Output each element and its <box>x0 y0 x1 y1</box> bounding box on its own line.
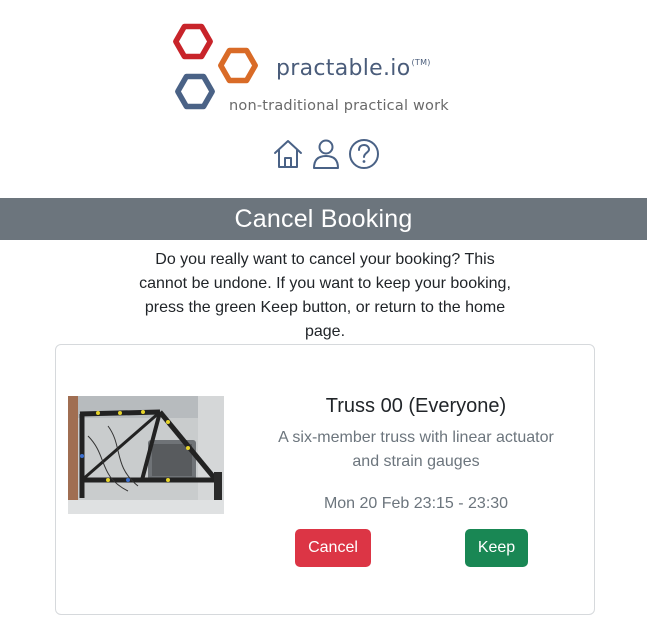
experiment-image <box>68 396 224 514</box>
practable-logo: practable.io(TM) non-traditional practic… <box>172 18 482 122</box>
experiment-description: A six-member truss with linear actuator … <box>278 429 554 470</box>
booking-card: Truss 00 (Everyone) A six-member truss w… <box>55 344 595 615</box>
brand-tagline: non-traditional practical work <box>229 98 449 114</box>
user-icon[interactable] <box>309 137 343 171</box>
home-icon[interactable] <box>271 137 305 171</box>
booking-details: Truss 00 (Everyone) A six-member truss w… <box>256 393 576 516</box>
booking-time: Mon 20 Feb 23:15 - 23:30 <box>323 495 509 512</box>
page-title: Cancel Booking <box>234 204 413 233</box>
cancel-button[interactable]: Cancel <box>295 529 371 567</box>
cancel-warning-message: Do you really want to cancel your bookin… <box>139 251 511 340</box>
brand-name: practable.io(TM) <box>276 56 431 81</box>
help-icon[interactable] <box>347 137 381 171</box>
experiment-name: Truss 00 (Everyone) <box>325 395 507 417</box>
trademark: (TM) <box>411 58 431 67</box>
brand-name-text: practable.io <box>276 56 411 81</box>
header-bar: Cancel Booking <box>0 198 647 240</box>
page: practable.io(TM) non-traditional practic… <box>0 0 647 643</box>
keep-button[interactable]: Keep <box>465 529 528 567</box>
nav-icons <box>271 137 381 171</box>
